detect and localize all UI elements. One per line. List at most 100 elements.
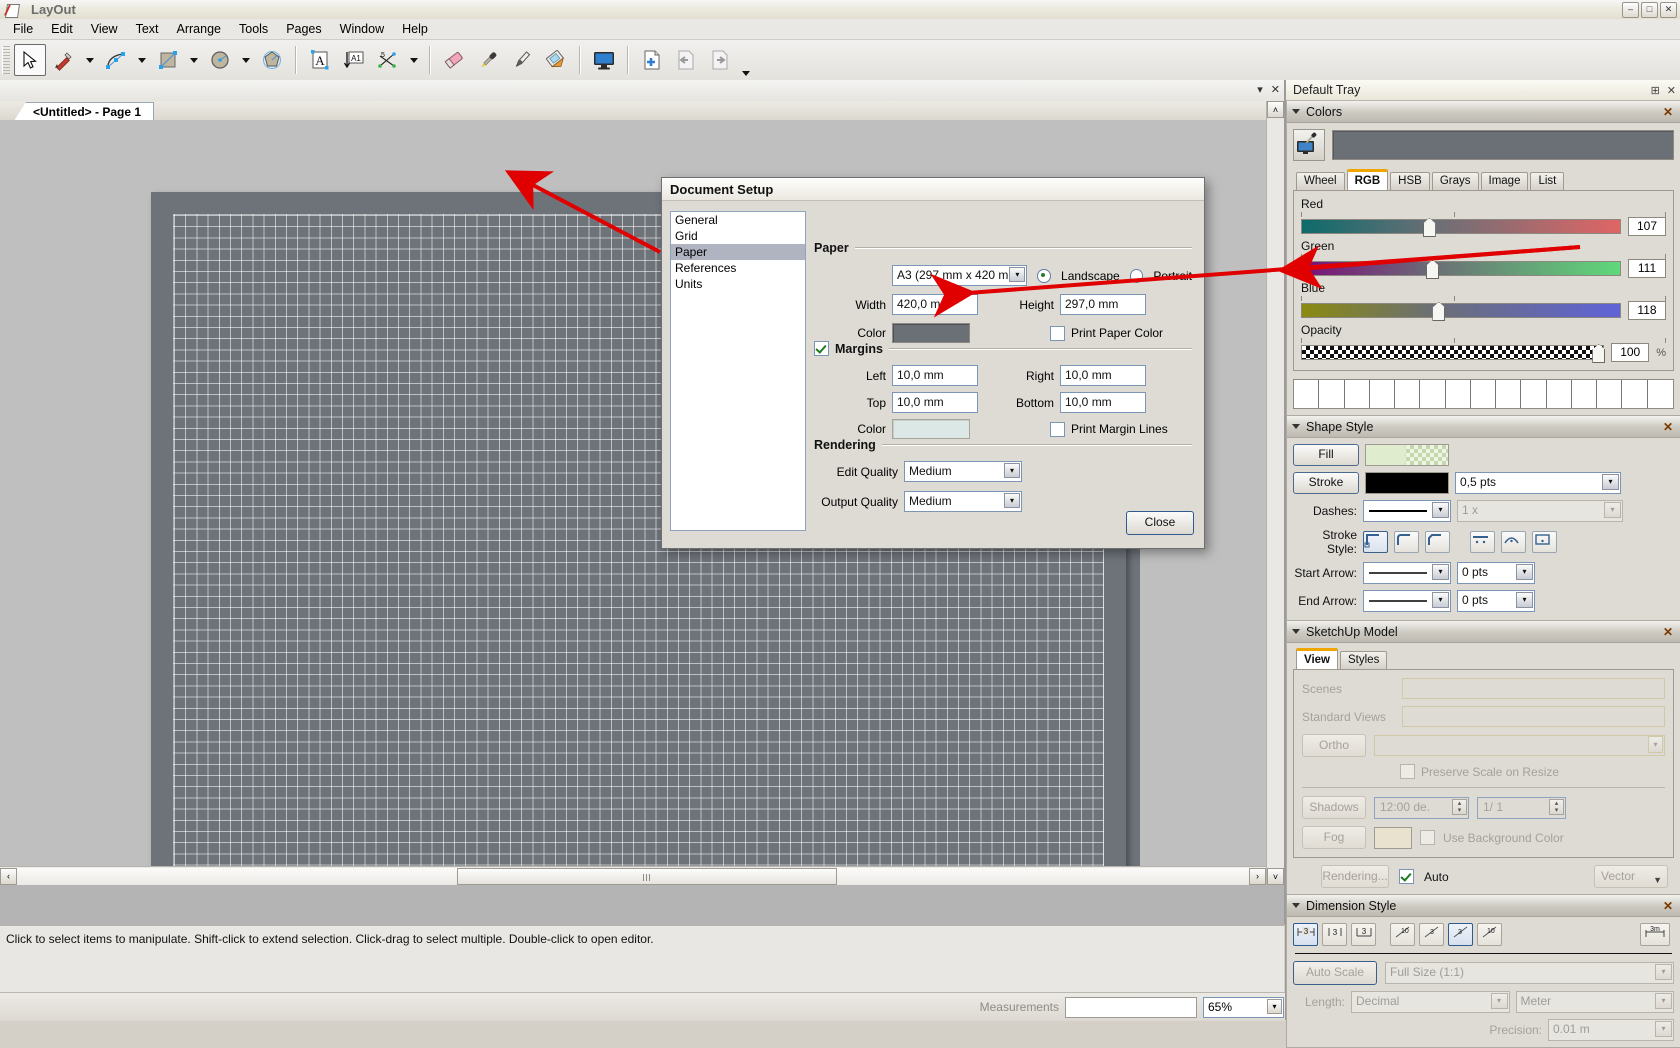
circle-tool-button[interactable] xyxy=(204,44,236,76)
margin-top-input[interactable]: 10,0 mm xyxy=(892,392,978,413)
swatch[interactable] xyxy=(1547,380,1572,408)
output-quality-dropdown-icon[interactable]: ▾ xyxy=(1004,493,1020,508)
toolbar-overflow-icon[interactable] xyxy=(742,71,750,76)
stroke-join-bevel-button[interactable] xyxy=(1425,531,1450,553)
sketchup-tab-styles[interactable]: Styles xyxy=(1340,651,1388,669)
nav-item-references[interactable]: References xyxy=(671,260,805,276)
select-tool-button[interactable] xyxy=(14,44,46,76)
window-controls[interactable]: – □ ✕ xyxy=(1622,2,1677,18)
add-page-button[interactable] xyxy=(636,44,668,76)
opacity-slider[interactable] xyxy=(1301,344,1606,363)
dimension-tool-button[interactable]: 5 xyxy=(372,44,404,76)
zoom-level-input[interactable]: 65% ▾ xyxy=(1203,996,1284,1018)
margin-bottom-input[interactable]: 10,0 mm xyxy=(1060,392,1146,413)
tray-close-icon[interactable]: ✕ xyxy=(1667,84,1676,97)
menu-edit[interactable]: Edit xyxy=(42,20,82,38)
dialog-close-button[interactable]: Close xyxy=(1126,511,1194,535)
colors-collapse-icon[interactable] xyxy=(1292,109,1300,114)
measurements-input[interactable] xyxy=(1065,996,1197,1018)
dim-scale-button[interactable]: 3m xyxy=(1640,923,1670,946)
horizontal-scrollbar[interactable]: ‹ › xyxy=(0,866,1266,885)
dim-text-above-button[interactable]: 3 xyxy=(1322,923,1347,946)
shadow-time-input[interactable]: 12:00 de. ▴ ▾ xyxy=(1374,796,1469,819)
swatch[interactable] xyxy=(1294,380,1320,408)
margin-right-input[interactable]: 10,0 mm xyxy=(1060,365,1146,386)
menu-help[interactable]: Help xyxy=(393,20,437,38)
margin-left-input[interactable]: 10,0 mm xyxy=(892,365,978,386)
start-arrow-combo[interactable]: ▾ xyxy=(1363,562,1451,584)
edit-quality-dropdown-icon[interactable]: ▾ xyxy=(1004,463,1020,478)
portrait-radio[interactable] xyxy=(1129,268,1144,283)
style-tool-button[interactable] xyxy=(506,44,538,76)
nav-item-general[interactable]: General xyxy=(671,212,805,228)
arc-tool-dropdown-icon[interactable] xyxy=(138,57,146,63)
stroke-join-round-button[interactable] xyxy=(1394,531,1419,553)
stroke-cap-square-button[interactable] xyxy=(1532,531,1557,553)
edit-quality-combo[interactable]: Medium ▾ xyxy=(904,461,1022,482)
zoom-dropdown-icon[interactable]: ▾ xyxy=(1267,998,1282,1014)
output-quality-combo[interactable]: Medium ▾ xyxy=(904,491,1022,512)
colors-panel-header[interactable]: Colors ✕ xyxy=(1287,101,1680,123)
dimension-style-collapse-icon[interactable] xyxy=(1292,903,1300,908)
sketchup-model-panel-close-icon[interactable]: ✕ xyxy=(1663,625,1673,639)
scenes-select[interactable] xyxy=(1402,678,1665,699)
auto-scale-button[interactable]: Auto Scale xyxy=(1293,961,1377,985)
menu-text[interactable]: Text xyxy=(127,20,168,38)
dimension-scale-dropdown-icon[interactable]: ▾ xyxy=(1655,964,1672,980)
length-unit-combo[interactable]: Meter ▾ xyxy=(1515,991,1674,1013)
color-tab-hsb[interactable]: HSB xyxy=(1390,172,1430,190)
red-slider-knob[interactable] xyxy=(1422,218,1436,237)
end-arrow-dropdown-icon[interactable]: ▾ xyxy=(1432,592,1449,608)
rectangle-tool-dropdown-icon[interactable] xyxy=(190,57,198,63)
dim-text-rotate-perp-button[interactable]: 10 xyxy=(1477,923,1502,946)
swatch[interactable] xyxy=(1420,380,1446,408)
swatch[interactable] xyxy=(1446,380,1471,408)
split-join-tool-button[interactable] xyxy=(540,44,572,76)
shadows-button[interactable]: Shadows xyxy=(1302,796,1366,819)
sketchup-tab-view[interactable]: View xyxy=(1296,648,1338,669)
next-page-button[interactable] xyxy=(704,44,736,76)
dash-scale-dropdown-icon[interactable]: ▾ xyxy=(1604,502,1621,518)
menu-arrange[interactable]: Arrange xyxy=(168,20,230,38)
dim-text-rotate-aligned-button[interactable]: 3 xyxy=(1419,923,1444,946)
precision-dropdown-icon[interactable]: ▾ xyxy=(1655,1021,1672,1037)
preserve-scale-checkbox[interactable] xyxy=(1400,764,1415,779)
sketchup-model-panel-header[interactable]: SketchUp Model ✕ xyxy=(1287,621,1680,643)
polygon-tool-button[interactable] xyxy=(256,44,288,76)
swatch[interactable] xyxy=(1471,380,1497,408)
stroke-width-combo[interactable]: 0,5 pts ▾ xyxy=(1455,472,1621,494)
color-swatch-palette[interactable] xyxy=(1293,379,1674,409)
fog-button[interactable]: Fog xyxy=(1302,826,1366,849)
length-unit-dropdown-icon[interactable]: ▾ xyxy=(1655,993,1672,1009)
dim-text-rotate-vertical-button[interactable]: 3 xyxy=(1448,923,1473,946)
dimension-tool-dropdown-icon[interactable] xyxy=(410,57,418,63)
margin-color-swatch[interactable] xyxy=(892,419,970,439)
auto-render-checkbox[interactable] xyxy=(1399,869,1414,884)
dim-text-center-button[interactable]: 3 xyxy=(1293,923,1318,946)
rectangle-tool-button[interactable] xyxy=(152,44,184,76)
swatch[interactable] xyxy=(1648,380,1673,408)
swatch[interactable] xyxy=(1622,380,1648,408)
color-tab-list[interactable]: List xyxy=(1530,172,1565,190)
stroke-cap-butt-button[interactable] xyxy=(1470,531,1495,553)
use-background-color-checkbox[interactable] xyxy=(1420,830,1435,845)
dash-scale-combo[interactable]: 1 x ▾ xyxy=(1457,500,1623,522)
menu-tools[interactable]: Tools xyxy=(230,20,277,38)
shadow-date-input[interactable]: 1/ 1 ▴ ▾ xyxy=(1477,796,1566,819)
projection-dropdown-icon[interactable]: ▾ xyxy=(1648,736,1663,753)
dashes-combo[interactable]: ▾ xyxy=(1363,500,1451,522)
paper-height-input[interactable]: 297,0 mm xyxy=(1060,294,1146,315)
nav-item-paper[interactable]: Paper xyxy=(671,244,805,260)
red-slider[interactable] xyxy=(1301,218,1621,237)
arc-tool-button[interactable] xyxy=(100,44,132,76)
rendering-button[interactable]: Rendering... xyxy=(1321,865,1389,888)
length-format-combo[interactable]: Decimal ▾ xyxy=(1351,991,1510,1013)
text-tool-button[interactable]: A xyxy=(304,44,336,76)
stroke-cap-round-button[interactable] xyxy=(1501,531,1526,553)
nav-item-grid[interactable]: Grid xyxy=(671,228,805,244)
current-color-swatch[interactable] xyxy=(1332,130,1674,160)
toolbar-grip[interactable] xyxy=(2,46,10,74)
margins-enabled-checkbox[interactable] xyxy=(814,341,829,356)
paper-width-input[interactable]: 420,0 mm xyxy=(892,294,978,315)
blue-value-input[interactable]: 118 xyxy=(1628,301,1666,320)
